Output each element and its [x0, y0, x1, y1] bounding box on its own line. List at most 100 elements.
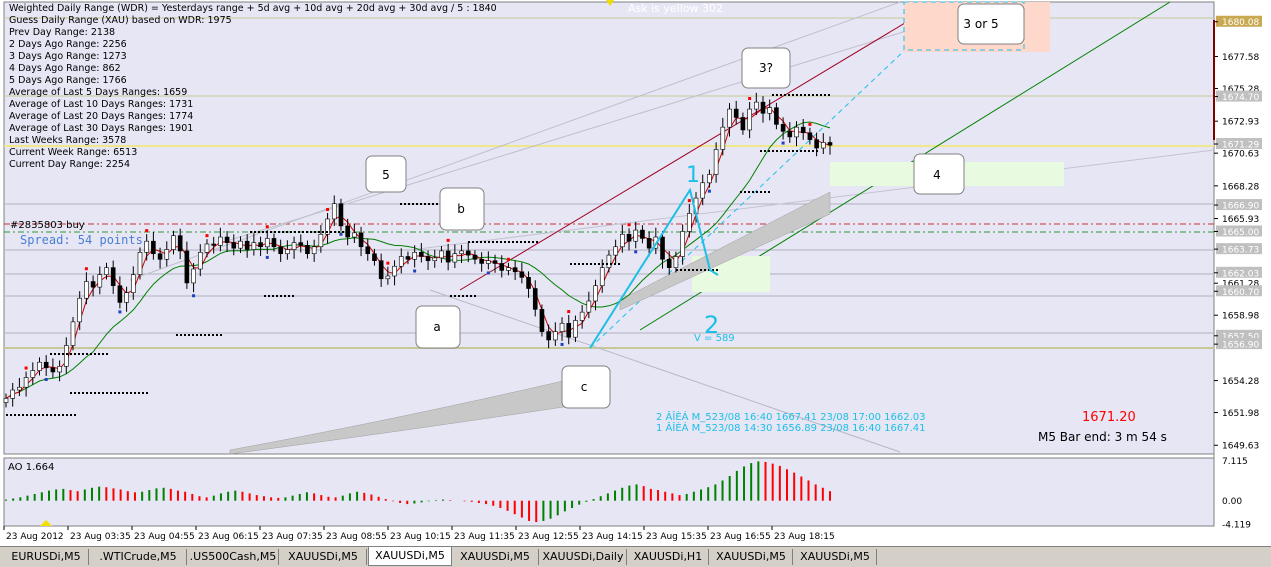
candle-body	[352, 232, 357, 238]
candle-body	[486, 260, 491, 264]
candle-body	[17, 386, 22, 391]
candle-body	[392, 265, 397, 277]
candle-body	[794, 126, 799, 138]
time-axis-ticks: 23 Aug 2012 23 Aug 03:35 23 Aug 04:55 23 Au…	[3, 526, 835, 542]
fractal-up-marker	[205, 234, 209, 238]
candle-body	[244, 240, 250, 250]
candle-body	[164, 249, 170, 260]
fractal-up-marker	[446, 238, 450, 242]
fractal-up-marker	[386, 261, 390, 265]
info-line: Average of Last 20 Days Ranges: 1774	[9, 111, 193, 122]
ao-tick-label: 0.00	[1222, 497, 1242, 507]
fractal-down-marker	[781, 141, 785, 145]
candle-body	[579, 311, 585, 321]
tab-xauusdi-h1[interactable]: XAUUSDi,H1	[628, 549, 709, 565]
tab-xauusdi-daily[interactable]: XAUUSDi,Daily	[540, 549, 627, 565]
candle-body	[687, 213, 692, 232]
ao-tick-label: -4.119	[1222, 520, 1251, 530]
tab-xauusdi-m5[interactable]: XAUUSDi,M5	[710, 549, 793, 565]
fractal-up-marker	[265, 225, 269, 229]
time-tick-label: 23 Aug 18:15	[774, 532, 835, 542]
callout-three-or-five: 3 or 5	[957, 3, 1025, 45]
candle-body	[30, 370, 36, 378]
fractal-up-marker	[24, 366, 28, 370]
candle-body	[378, 260, 384, 280]
candle-body	[673, 256, 679, 268]
candle-body	[539, 309, 545, 332]
candle-body	[586, 300, 592, 313]
info-line: Weighted Daily Range (WDR) = Yesterdays …	[9, 3, 497, 14]
candle-body	[606, 254, 612, 268]
time-tick-label: 23 Aug 03:35	[70, 532, 131, 542]
price-chart[interactable]: Weighted Daily Range (WDR) = Yesterdays …	[0, 0, 1271, 546]
candle-body	[90, 281, 96, 288]
tab-xauusdi-m5[interactable]: XAUUSDi,M5	[794, 549, 877, 565]
candle-body	[425, 256, 431, 261]
candle-body	[151, 240, 156, 255]
order-label: #2835803 buy	[10, 220, 85, 231]
info-line: 4 Days Ago Range: 862	[9, 63, 121, 74]
candle-body	[827, 142, 833, 146]
candle-body	[305, 245, 310, 255]
candle-body	[97, 274, 103, 288]
candle-body	[358, 232, 364, 248]
candle-body	[553, 331, 558, 341]
candle-body	[821, 142, 826, 149]
candle-body	[197, 252, 203, 270]
fractal-down-marker	[44, 377, 48, 381]
candle-body	[713, 149, 719, 175]
callout-b-label: b	[457, 202, 465, 216]
candle-body	[372, 253, 377, 261]
fractal-down-marker	[192, 294, 196, 298]
candle-body	[204, 243, 210, 253]
tab-eurusdi-m5[interactable]: EURUSDi,M5	[4, 549, 89, 565]
info-line: Current Day Range: 2254	[9, 159, 130, 170]
v-label: V = 589	[694, 333, 735, 344]
candle-body	[780, 124, 786, 132]
price-tick-label: 1674.70	[1222, 93, 1259, 103]
candle-body	[767, 107, 773, 114]
tab--us500cash-m5[interactable]: .US500Cash,M5	[188, 549, 279, 565]
fractal-down-marker	[265, 255, 269, 259]
info-line: Average of Last 5 Days Ranges: 1659	[9, 87, 187, 98]
fractal-up-marker	[808, 122, 812, 126]
time-tick-label: 23 Aug 11:35	[454, 532, 515, 542]
tab-xauusdi-m5[interactable]: XAUUSDi,M5	[368, 547, 452, 566]
candle-body	[593, 285, 598, 302]
fractal-up-marker	[506, 257, 510, 261]
symbol-tab-bar: EURUSDi,M5 .WTICrude,M5 .US500Cash,M5 XAUUS…	[0, 546, 1271, 567]
candle-body	[660, 236, 665, 260]
candle-body	[754, 101, 759, 110]
info-line: Average of Last 30 Days Ranges: 1901	[9, 123, 193, 134]
candle-body	[264, 238, 270, 248]
candle-body	[10, 389, 15, 399]
candle-body	[124, 292, 129, 303]
candle-body	[640, 229, 645, 239]
callout-four: 4	[913, 153, 965, 195]
ao-label: AO 1.664	[8, 462, 54, 473]
candle-body	[398, 256, 404, 267]
candle-body	[506, 267, 511, 271]
candle-body	[285, 249, 290, 255]
wave-info-line-1: 2 ÂÎÈÁ M_523/08 16:40 1667.41 23/08 17:0…	[656, 410, 926, 423]
candle-body	[459, 250, 464, 255]
candle-body	[77, 297, 82, 323]
fractal-down-marker	[413, 269, 417, 273]
tab-xauusdi-m5[interactable]: XAUUSDi,M5	[452, 549, 539, 565]
tab--wticrude-m5[interactable]: .WTICrude,M5	[90, 549, 187, 565]
candle-body	[559, 322, 565, 332]
fractal-down-marker	[634, 250, 638, 254]
candle-body	[224, 236, 230, 243]
candle-body	[727, 108, 732, 128]
callout-three-q-label: 3?	[759, 61, 773, 75]
tab-xauusdi-m5[interactable]: XAUUSDi,M5	[280, 549, 367, 565]
candle-body	[432, 257, 438, 261]
current-price-label: 1671.20	[1082, 410, 1136, 425]
candle-body	[43, 361, 49, 369]
callout-b: b	[439, 187, 485, 231]
candle-body	[512, 267, 518, 273]
candle-body	[633, 229, 639, 242]
price-tick-label: 1680.08	[1222, 18, 1259, 28]
candle-body	[231, 242, 237, 249]
candle-body	[774, 107, 779, 125]
